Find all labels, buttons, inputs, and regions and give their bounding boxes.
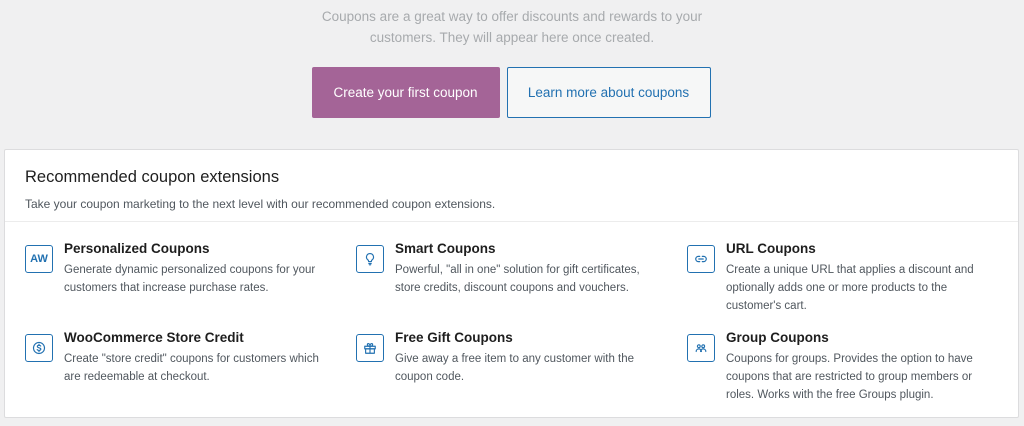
- extension-group-coupons[interactable]: Group Coupons Coupons for groups. Provid…: [687, 329, 973, 404]
- extension-name[interactable]: Free Gift Coupons: [395, 329, 634, 347]
- aw-icon: AW: [25, 245, 53, 273]
- description-line: coupon code.: [395, 371, 465, 383]
- extension-free-gift-coupons[interactable]: Free Gift Coupons Give away a free item …: [356, 329, 634, 386]
- empty-state-line-1: Coupons are a great way to offer discoun…: [321, 9, 703, 24]
- description-line: Create a unique URL that applies a disco…: [726, 264, 974, 276]
- description-line: Generate dynamic personalized coupons fo…: [64, 264, 316, 276]
- description-line: roles. Works with the free Groups plugin…: [726, 389, 934, 401]
- gift-icon: [356, 334, 384, 362]
- extension-name[interactable]: WooCommerce Store Credit: [64, 329, 319, 347]
- empty-state-line-2: customers. They will appear here once cr…: [369, 30, 655, 45]
- card-subtitle: Take your coupon marketing to the next l…: [25, 197, 496, 211]
- description-line: Coupons for groups. Provides the option …: [726, 353, 973, 365]
- extension-url-coupons[interactable]: URL Coupons Create a unique URL that app…: [687, 240, 974, 315]
- description-line: coupons that are restricted to group mem…: [726, 371, 973, 383]
- extension-personalized-coupons[interactable]: AW Personalized Coupons Generate dynamic…: [25, 240, 315, 297]
- description-line: Give away a free item to any customer wi…: [395, 353, 635, 365]
- description-line: customer's cart.: [726, 300, 807, 312]
- extension-description: Powerful, "all in one" solution for gift…: [395, 261, 640, 297]
- extension-description: Create "store credit" coupons for custom…: [64, 350, 319, 386]
- description-line: optionally adds one or more products to …: [726, 282, 948, 294]
- extension-name[interactable]: Smart Coupons: [395, 240, 640, 258]
- extension-smart-coupons[interactable]: Smart Coupons Powerful, "all in one" sol…: [356, 240, 640, 297]
- empty-state-message: Coupons are a great way to offer discoun…: [0, 6, 1024, 48]
- group-icon: [687, 334, 715, 362]
- extension-description: Create a unique URL that applies a disco…: [726, 261, 974, 315]
- extension-description: Generate dynamic personalized coupons fo…: [64, 261, 315, 297]
- extension-description: Give away a free item to any customer wi…: [395, 350, 634, 386]
- card-header: Recommended coupon extensions Take your …: [5, 150, 1018, 222]
- extension-name[interactable]: Group Coupons: [726, 329, 973, 347]
- description-line: Create "store credit" coupons for custom…: [64, 353, 319, 365]
- card-title: Recommended coupon extensions: [25, 168, 280, 186]
- extension-name[interactable]: Personalized Coupons: [64, 240, 315, 258]
- extension-woocommerce-store-credit[interactable]: WooCommerce Store Credit Create "store c…: [25, 329, 319, 386]
- lightbulb-icon: [356, 245, 384, 273]
- extension-name[interactable]: URL Coupons: [726, 240, 974, 258]
- learn-more-coupons-button[interactable]: Learn more about coupons: [506, 67, 711, 118]
- description-line: are redeemable at checkout.: [64, 371, 210, 383]
- recommended-extensions-card: Recommended coupon extensions Take your …: [4, 149, 1019, 418]
- extension-description: Coupons for groups. Provides the option …: [726, 350, 973, 404]
- description-line: store credits, discount coupons and vouc…: [395, 282, 629, 294]
- description-line: Powerful, "all in one" solution for gift…: [395, 264, 640, 276]
- link-icon: [687, 245, 715, 273]
- dollar-icon: [25, 334, 53, 362]
- empty-state-actions: Create your first coupon Learn more abou…: [0, 67, 1024, 118]
- create-first-coupon-button[interactable]: Create your first coupon: [311, 67, 500, 118]
- description-line: customers that increase purchase rates.: [64, 282, 269, 294]
